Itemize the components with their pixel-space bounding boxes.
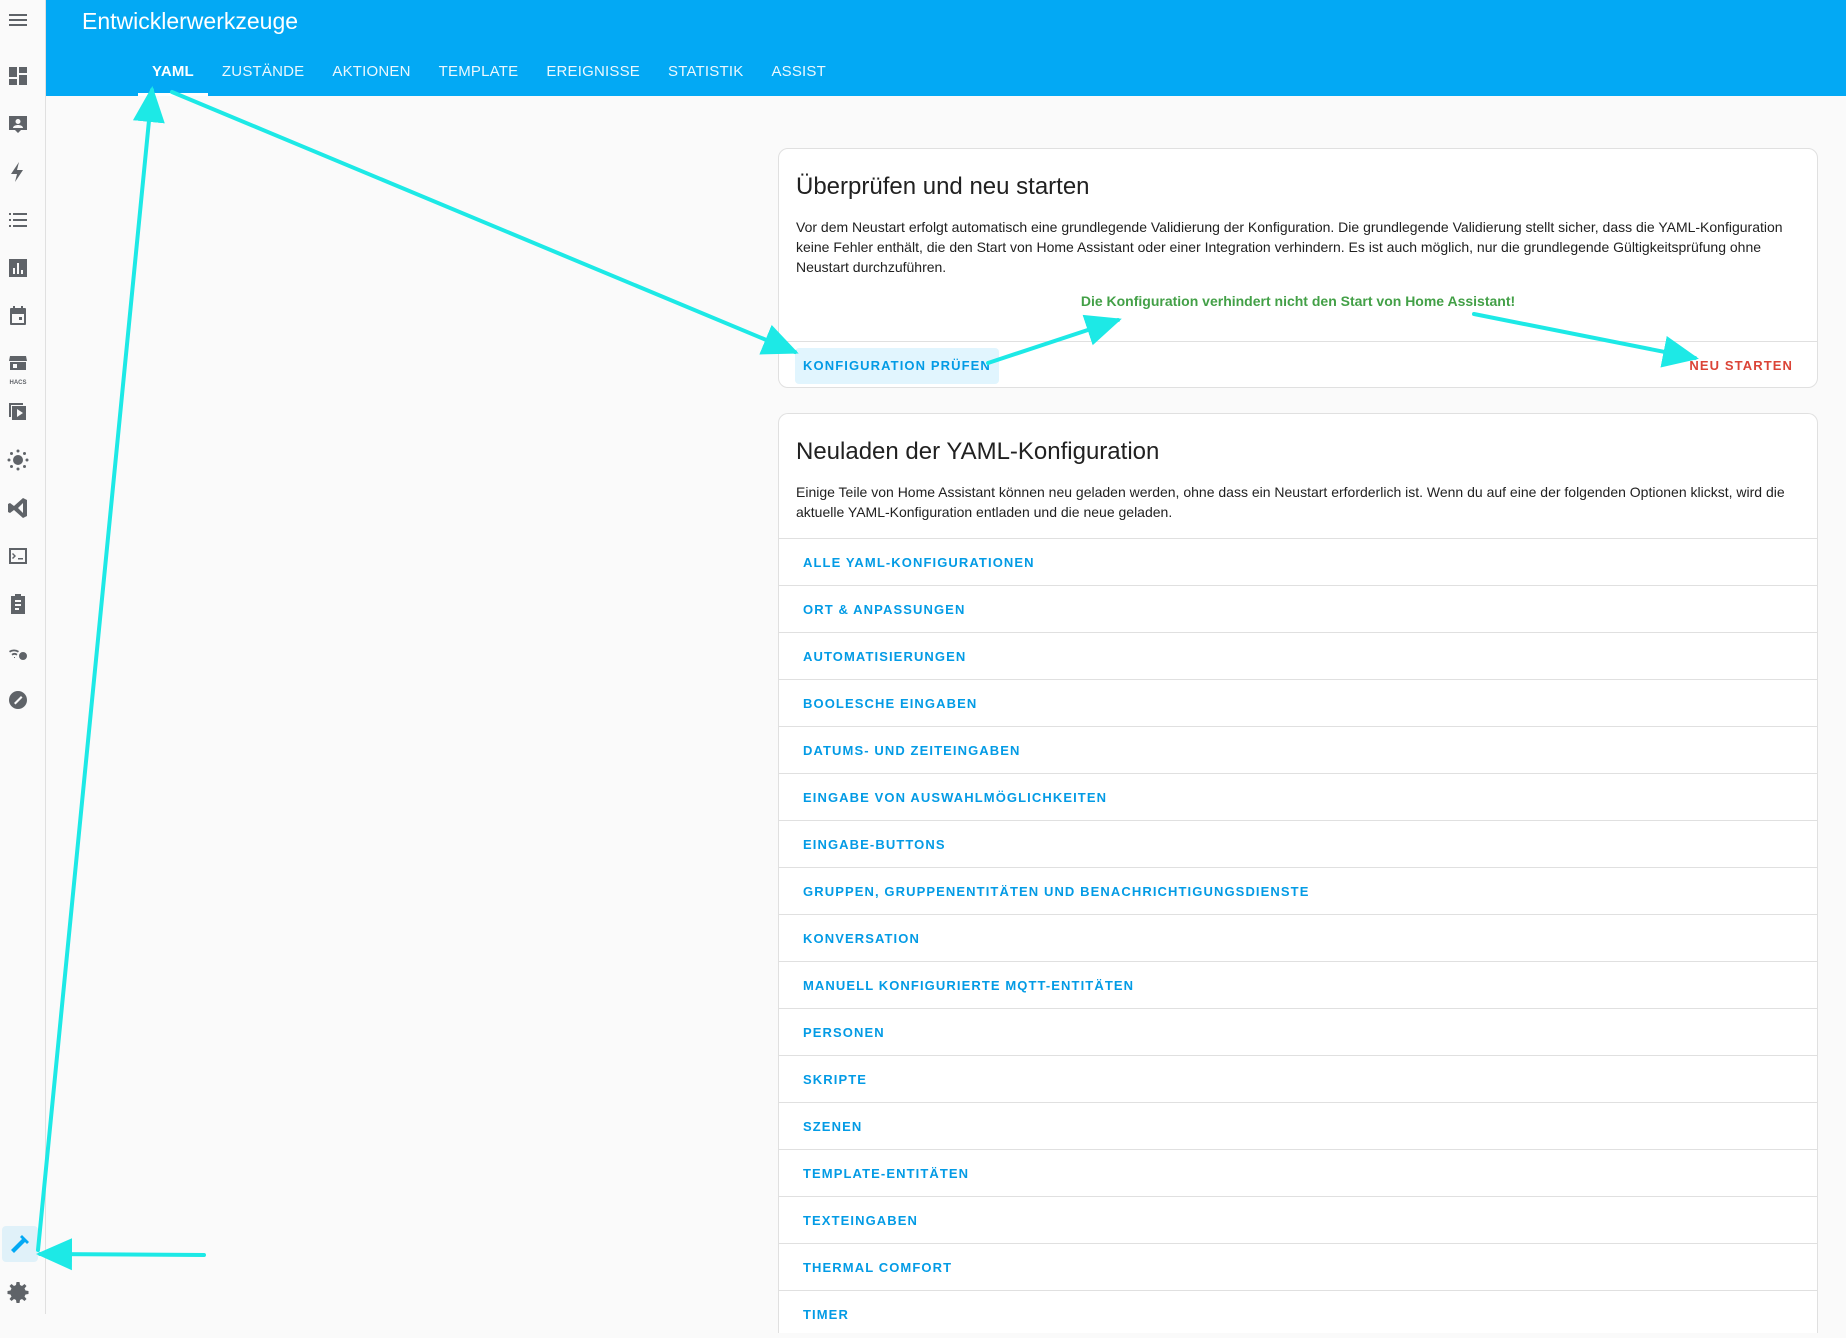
reload-row: TEXTEINGABEN — [779, 1196, 1817, 1244]
annotation-arrow — [36, 1238, 206, 1271]
validation-result: Die Konfiguration verhindert nicht den S… — [1080, 293, 1516, 309]
reload-button[interactable]: SKRIPTE — [803, 1056, 867, 1103]
gear-icon[interactable] — [0, 1274, 36, 1310]
reload-card-description: Einige Teile von Home Assistant können n… — [796, 484, 1785, 520]
annotation-arrow — [36, 86, 165, 1252]
menu-icon[interactable] — [0, 2, 36, 38]
reload-card-title: Neuladen der YAML-Konfiguration — [796, 438, 1160, 465]
reload-row: ORT & ANPASSUNGEN — [779, 585, 1817, 633]
reload-button[interactable]: EINGABE VON AUSWAHLMÖGLICHKEITEN — [803, 774, 1107, 821]
reload-button[interactable]: SZENEN — [803, 1103, 862, 1150]
reload-row: THERMAL COMFORT — [779, 1243, 1817, 1291]
reload-button[interactable]: MANUELL KONFIGURIERTE MQTT-ENTITÄTEN — [803, 962, 1134, 1009]
reload-button[interactable]: THERMAL COMFORT — [803, 1244, 952, 1291]
media-icon[interactable] — [0, 394, 36, 430]
clipboard-icon[interactable] — [0, 586, 36, 622]
tab-events[interactable]: EREIGNISSE — [532, 52, 654, 96]
reload-button[interactable]: DATUMS- UND ZEITEINGABEN — [803, 727, 1021, 774]
hacs-caption: HACS — [9, 380, 27, 386]
person-card-icon[interactable] — [0, 106, 36, 142]
tab-assist[interactable]: ASSIST — [757, 52, 840, 96]
reload-row: DATUMS- UND ZEITEINGABEN — [779, 726, 1817, 774]
check-restart-card: Überprüfen und neu starten Vor dem Neust… — [778, 148, 1818, 388]
reload-row: GRUPPEN, GRUPPENENTITÄTEN UND BENACHRICH… — [779, 867, 1817, 915]
reload-row: TEMPLATE-ENTITÄTEN — [779, 1149, 1817, 1197]
reload-row: MANUELL KONFIGURIERTE MQTT-ENTITÄTEN — [779, 961, 1817, 1009]
reload-button[interactable]: GRUPPEN, GRUPPENENTITÄTEN UND BENACHRICH… — [803, 868, 1309, 915]
zwave-icon[interactable] — [0, 682, 36, 718]
reload-button[interactable]: TIMER — [803, 1291, 849, 1338]
calendar-icon[interactable] — [0, 298, 36, 334]
app-header: Entwicklerwerkzeuge YAML ZUSTÄNDE AKTION… — [46, 0, 1846, 96]
reload-row: EINGABE VON AUSWAHLMÖGLICHKEITEN — [779, 773, 1817, 821]
chart-icon[interactable] — [0, 250, 36, 286]
reload-button[interactable]: ALLE YAML-KONFIGURATIONEN — [803, 539, 1035, 586]
check-card-description: Vor dem Neustart erfolgt automatisch ein… — [796, 219, 1783, 275]
sidebar: HACS — [0, 0, 46, 1314]
terminal-icon[interactable] — [0, 538, 36, 574]
vscode-icon[interactable] — [0, 490, 36, 526]
reload-row: EINGABE-BUTTONS — [779, 820, 1817, 868]
reload-button[interactable]: KONVERSATION — [803, 915, 920, 962]
zigbee-icon[interactable] — [0, 634, 36, 670]
reload-button[interactable]: TEXTEINGABEN — [803, 1197, 918, 1244]
tab-statistics[interactable]: STATISTIK — [654, 52, 757, 96]
reload-row: PERSONEN — [779, 1008, 1817, 1056]
hammer-icon[interactable] — [2, 1226, 38, 1262]
check-config-button[interactable]: KONFIGURATION PRÜFEN — [795, 348, 999, 384]
reload-button[interactable]: EINGABE-BUTTONS — [803, 821, 946, 868]
reload-row: BOOLESCHE EINGABEN — [779, 679, 1817, 727]
reload-button[interactable]: AUTOMATISIERUNGEN — [803, 633, 966, 680]
tab-yaml[interactable]: YAML — [138, 52, 208, 96]
card-divider — [779, 341, 1817, 342]
reload-button[interactable]: BOOLESCHE EINGABEN — [803, 680, 977, 727]
reload-yaml-card: Neuladen der YAML-Konfiguration Einige T… — [778, 413, 1818, 1333]
tab-states[interactable]: ZUSTÄNDE — [208, 52, 318, 96]
tab-template[interactable]: TEMPLATE — [425, 52, 533, 96]
check-card-title: Überprüfen und neu starten — [796, 173, 1090, 200]
reload-button[interactable]: ORT & ANPASSUNGEN — [803, 586, 965, 633]
annotation-arrow — [170, 90, 799, 355]
hacs-icon[interactable]: HACS — [0, 346, 36, 386]
reload-row: AUTOMATISIERUNGEN — [779, 632, 1817, 680]
lightning-icon[interactable] — [0, 154, 36, 190]
tab-actions[interactable]: AKTIONEN — [318, 52, 424, 96]
reload-row: ALLE YAML-KONFIGURATIONEN — [779, 538, 1817, 586]
bulb-icon[interactable] — [0, 442, 36, 478]
reload-button[interactable]: TEMPLATE-ENTITÄTEN — [803, 1150, 969, 1197]
reload-button[interactable]: PERSONEN — [803, 1009, 885, 1056]
reload-row: TIMER — [779, 1290, 1817, 1338]
reload-row: KONVERSATION — [779, 914, 1817, 962]
reload-row: SZENEN — [779, 1102, 1817, 1150]
restart-button[interactable]: NEU STARTEN — [1689, 348, 1793, 384]
list-icon[interactable] — [0, 202, 36, 238]
tab-bar: YAML ZUSTÄNDE AKTIONEN TEMPLATE EREIGNIS… — [138, 52, 840, 96]
reload-row: SKRIPTE — [779, 1055, 1817, 1103]
dashboard-icon[interactable] — [0, 58, 36, 94]
page-title: Entwicklerwerkzeuge — [82, 8, 299, 34]
